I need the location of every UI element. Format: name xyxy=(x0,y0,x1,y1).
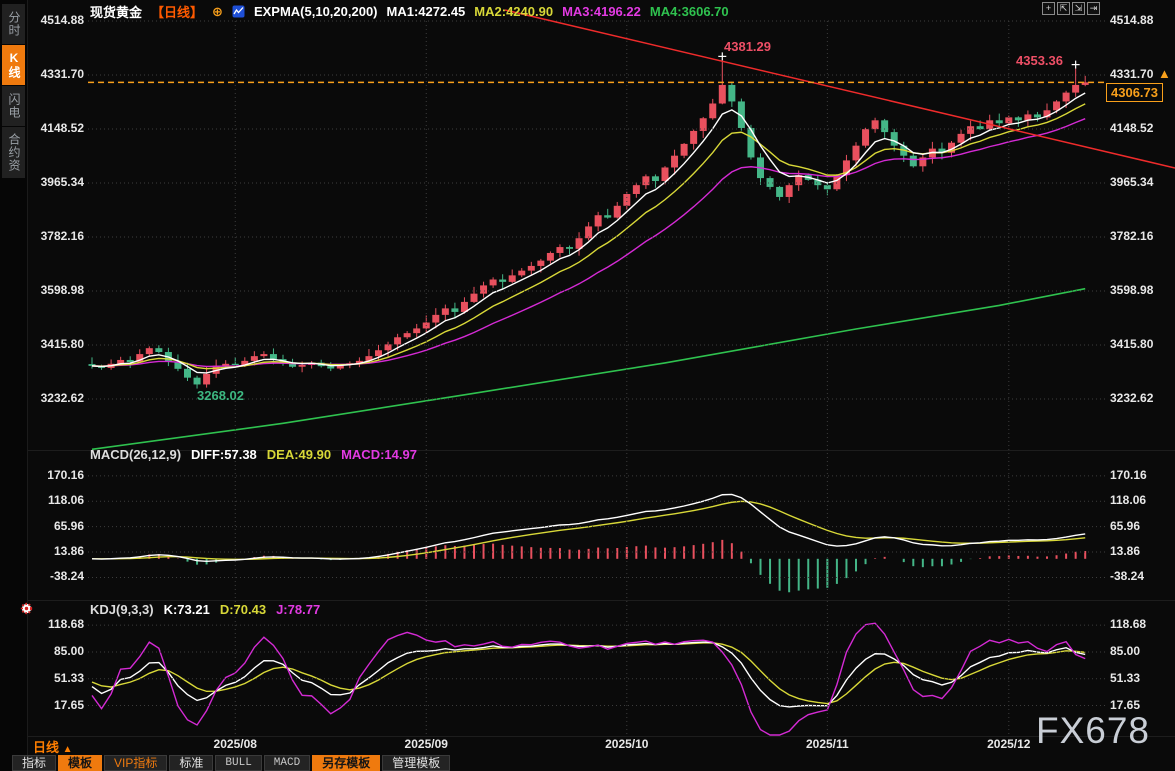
period-selector[interactable]: 日线 ▲ xyxy=(33,737,73,756)
bull-button[interactable]: BULL xyxy=(215,755,262,771)
sidebar-item-timeline-chart[interactable]: 分时图 xyxy=(2,4,25,44)
macd-title: MACD(26,12,9) xyxy=(90,447,182,462)
macd-diff-value: DIFF:57.38 xyxy=(191,447,257,462)
symbol-name: 现货黄金 xyxy=(90,5,143,20)
sidebar: 分时图 K线图 闪电图 合约资料 xyxy=(0,0,28,771)
main-chart-header: 现货黄金 【日线】 ⊕ EXPMA(5,10,20,200) MA1:4272.… xyxy=(90,2,729,21)
indicator-chart-icon xyxy=(232,5,245,18)
vip-indicators-button[interactable]: VIP指标 xyxy=(104,755,168,771)
ma4-value: MA4:3606.70 xyxy=(649,4,729,19)
sidebar-item-contract-info[interactable]: 合约资料 xyxy=(2,127,25,178)
sidebar-item-lightning-chart[interactable]: 闪电图 xyxy=(2,86,25,126)
period-tag: 【日线】 xyxy=(151,5,204,20)
save-template-button[interactable]: 另存模板 xyxy=(312,755,381,771)
export-chart-icon[interactable]: ⇥ xyxy=(1087,2,1100,15)
kdj-k-value: K:73.21 xyxy=(163,602,210,617)
kdj-panel-settings-icon[interactable] xyxy=(20,602,33,620)
ma2-value: MA2:4240.90 xyxy=(474,4,554,19)
fx678-watermark: FX678 xyxy=(1036,710,1151,751)
kdj-panel-header: KDJ(9,3,3) K:73.21 D:70.43 J:78.77 xyxy=(90,602,320,617)
bottom-toolbar: 指标 模板 VIP指标 标准 BULL MACD 另存模板 管理模板 xyxy=(12,755,451,771)
manage-template-button[interactable]: 管理模板 xyxy=(382,755,451,771)
current-price-box: 4306.73 xyxy=(1106,83,1163,102)
window-controls: + ⇱ ⇲ ⇥ xyxy=(1042,2,1100,15)
period-arrow-icon: ▲ xyxy=(62,744,73,755)
indicator-name: EXPMA(5,10,20,200) xyxy=(253,4,378,19)
indicators-button[interactable]: 指标 xyxy=(12,755,57,771)
macd-button[interactable]: MACD xyxy=(263,755,311,771)
move-chart-icon[interactable]: + xyxy=(1042,2,1055,15)
expand-symbol-icon[interactable]: ⊕ xyxy=(212,4,223,20)
chart-canvas[interactable] xyxy=(0,0,1175,771)
kdj-d-value: D:70.43 xyxy=(219,602,267,617)
standard-button[interactable]: 标准 xyxy=(169,755,214,771)
ma3-value: MA3:4196.22 xyxy=(562,4,641,19)
price-up-arrow-icon: ▲ xyxy=(1158,66,1171,81)
sidebar-item-kline-chart[interactable]: K线图 xyxy=(2,45,25,85)
zoom-in-icon[interactable]: ⇱ xyxy=(1057,2,1070,15)
macd-macd-value: MACD:14.97 xyxy=(341,447,417,462)
macd-dea-value: DEA:49.90 xyxy=(266,447,332,462)
template-button[interactable]: 模板 xyxy=(58,755,103,771)
macd-panel-header: MACD(26,12,9) DIFF:57.38 DEA:49.90 MACD:… xyxy=(90,447,417,462)
period-label: 日线 xyxy=(33,740,60,755)
zoom-out-icon[interactable]: ⇲ xyxy=(1072,2,1085,15)
ma1-value: MA1:4272.45 xyxy=(386,4,466,19)
kdj-title: KDJ(9,3,3) xyxy=(90,602,154,617)
kdj-j-value: J:78.77 xyxy=(276,602,321,617)
chart-application: 分时图 K线图 闪电图 合约资料 现货黄金 【日线】 ⊕ EXPMA(5,10,… xyxy=(0,0,1175,771)
